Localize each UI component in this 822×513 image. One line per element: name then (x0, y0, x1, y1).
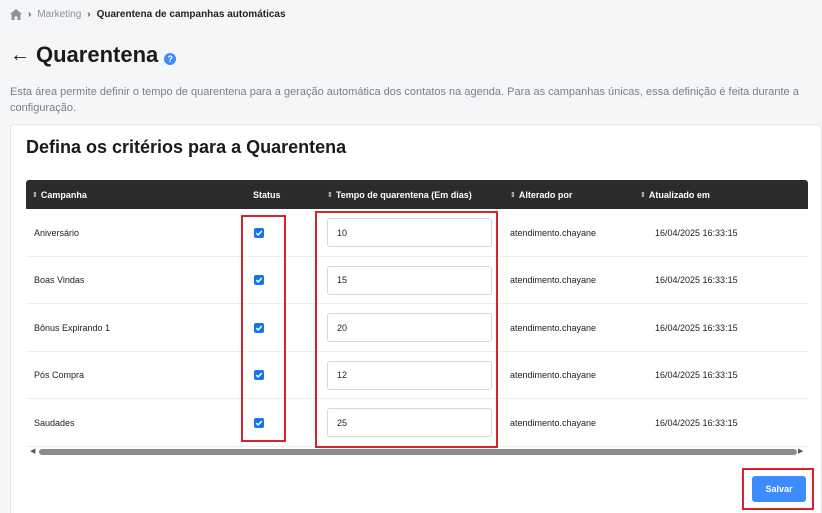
campaign-name: Bônus Expirando 1 (34, 322, 111, 333)
page-description: Esta área permite definir o tempo de qua… (10, 86, 799, 114)
campaign-name: Pós Compra (34, 370, 85, 380)
campaign-name: Aniversário (34, 227, 80, 238)
quarantine-days-input[interactable] (327, 265, 492, 295)
status-checkbox[interactable] (254, 257, 264, 304)
scroll-left-icon[interactable]: ◀ (30, 446, 35, 458)
page-title: Quarentena (36, 42, 159, 67)
quarantine-days-field[interactable] (327, 257, 492, 304)
save-button[interactable]: Salvar (752, 476, 806, 502)
check-icon[interactable] (254, 275, 264, 285)
updated-at: 16/04/2025 16:33:15 (655, 227, 738, 238)
column-header-status: Status (253, 180, 281, 209)
changed-by: atendimento.chayane (510, 417, 597, 428)
home-icon[interactable] (10, 9, 22, 20)
changed-by: atendimento.chayane (510, 275, 597, 285)
check-icon[interactable] (254, 322, 264, 333)
changed-by: atendimento.chayane (510, 370, 597, 380)
status-checkbox[interactable] (254, 352, 264, 399)
sort-icon: ⇕ (327, 191, 333, 199)
scroll-right-icon[interactable]: ▶ (798, 446, 803, 458)
sort-icon: ⇕ (640, 191, 646, 199)
breadcrumb-item-current: Quarentena de campanhas automáticas (96, 9, 286, 20)
table-row: Pós Compra atendimento.chayane 16/04/202… (26, 352, 808, 399)
updated-at: 16/04/2025 16:33:15 (655, 275, 738, 285)
help-icon[interactable]: ? (164, 53, 177, 65)
quarantine-days-field[interactable] (327, 304, 492, 351)
quarantine-days-input[interactable] (327, 218, 492, 247)
column-label: Campanha (40, 189, 87, 200)
sort-icon: ⇕ (32, 191, 38, 199)
breadcrumb: › Marketing › Quarentena de campanhas au… (10, 9, 286, 20)
changed-by: atendimento.chayane (510, 322, 597, 333)
chevron-right-icon: › (28, 9, 32, 20)
quarantine-days-input[interactable] (327, 313, 492, 342)
horizontal-scrollbar[interactable]: ◀ ▶ (25, 446, 805, 458)
column-label: Status (253, 189, 281, 200)
breadcrumb-item-marketing[interactable]: Marketing (37, 9, 81, 20)
chevron-right-icon: › (87, 9, 91, 20)
page-header: ← Quarentena ? (10, 42, 177, 68)
updated-at: 16/04/2025 16:33:15 (655, 417, 738, 428)
check-icon[interactable] (254, 227, 264, 238)
changed-by: atendimento.chayane (510, 227, 597, 238)
sort-icon: ⇕ (510, 191, 516, 199)
column-header-days[interactable]: ⇕ Tempo de quarentena (Em dias) (327, 180, 472, 209)
quarantine-days-field[interactable] (327, 399, 492, 446)
column-label: Alterado por (518, 189, 573, 200)
table-row: Aniversário atendimento.chayane 16/04/20… (26, 209, 808, 257)
table-row: Bônus Expirando 1 atendimento.chayane 16… (26, 304, 808, 352)
back-arrow-icon[interactable]: ← (10, 45, 30, 65)
quarantine-days-field[interactable] (327, 209, 492, 256)
updated-at: 16/04/2025 16:33:15 (655, 370, 738, 380)
table-row: Saudades atendimento.chayane 16/04/2025 … (26, 399, 808, 447)
quarantine-days-input[interactable] (327, 408, 492, 437)
column-header-campaign[interactable]: ⇕ Campanha (32, 180, 87, 209)
column-label: Atualizado em (648, 189, 710, 200)
table-body: Aniversário atendimento.chayane 16/04/20… (26, 209, 808, 447)
quarantine-days-input[interactable] (327, 360, 492, 390)
check-icon[interactable] (254, 417, 264, 428)
column-header-updated-at[interactable]: ⇕ Atualizado em (640, 180, 710, 209)
column-label: Tempo de quarentena (Em dias) (335, 189, 472, 200)
scrollbar-thumb[interactable] (39, 449, 797, 455)
status-checkbox[interactable] (254, 399, 264, 446)
table-header: ⇕ Campanha Status ⇕ Tempo de quarentena … (26, 180, 808, 209)
column-header-changed-by[interactable]: ⇕ Alterado por (510, 180, 572, 209)
updated-at: 16/04/2025 16:33:15 (655, 322, 738, 333)
card-title: Defina os critérios para a Quarentena (26, 137, 347, 157)
status-checkbox[interactable] (254, 304, 264, 351)
status-checkbox[interactable] (254, 209, 264, 256)
quarantine-days-field[interactable] (327, 352, 492, 399)
campaign-name: Saudades (34, 417, 75, 428)
table-row: Boas Vindas atendimento.chayane 16/04/20… (26, 257, 808, 304)
quarantine-table: ⇕ Campanha Status ⇕ Tempo de quarentena … (26, 180, 808, 447)
check-icon[interactable] (254, 370, 264, 380)
campaign-name: Boas Vindas (34, 275, 85, 285)
